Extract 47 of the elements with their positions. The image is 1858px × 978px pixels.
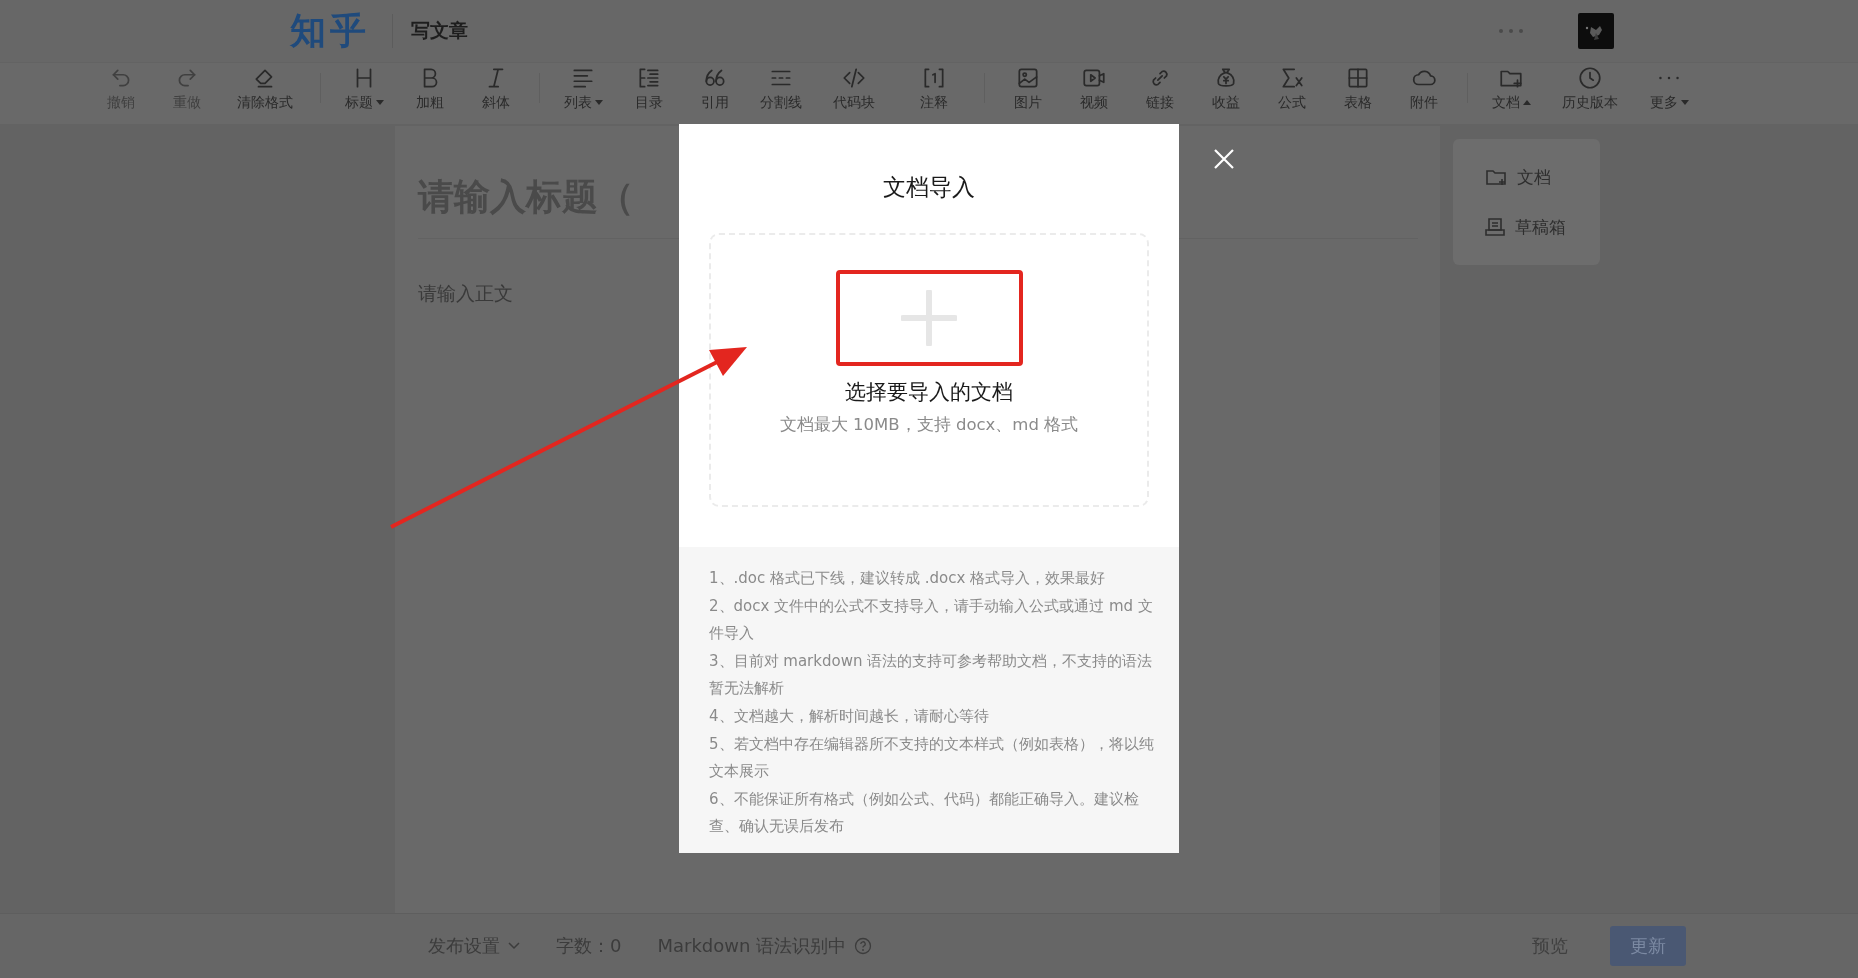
page-title: 写文章 xyxy=(411,18,468,43)
toolbar-button[interactable]: 链接 xyxy=(1127,65,1193,111)
more-icon[interactable] xyxy=(1498,27,1524,35)
toolbar-button[interactable]: 加粗 xyxy=(397,65,463,111)
chevron-icon xyxy=(508,942,520,950)
toolbar-button[interactable]: 目录 xyxy=(616,65,682,111)
close-icon[interactable] xyxy=(1212,147,1236,171)
note-text: 5、若文档中存在编辑器所不支持的文本样式（例如表格），将以纯文本展示 xyxy=(709,733,1155,783)
toolbar-button[interactable]: 代码块 xyxy=(814,65,894,111)
note-text: 1、.doc 格式已下线，建议转成 .docx 格式导入，效果最好 xyxy=(709,568,1107,589)
note-text: 3、目前对 markdown 语法的支持可参考帮助文档，不支持的语法暂无法解析 xyxy=(709,650,1154,700)
note-text: 6、不能保证所有格式（例如公式、代码）都能正确导入。建议检查、确认无误后发布 xyxy=(709,788,1140,838)
logo[interactable]: 知乎 xyxy=(290,6,370,56)
note-text: 4、文档越大，解析时间越长，请耐心等待 xyxy=(709,705,990,727)
dialog-title: 文档导入 xyxy=(882,173,976,202)
toolbar-button[interactable]: 附件 xyxy=(1391,65,1457,111)
toolbar-button[interactable]: 斜体 xyxy=(463,65,529,111)
toolbar-button[interactable]: 文档 xyxy=(1478,65,1544,111)
toolbar-button[interactable]: 表格 xyxy=(1325,65,1391,111)
toolbar-button[interactable]: 历史版本 xyxy=(1544,65,1636,111)
toolbar-button[interactable]: 标题 xyxy=(331,65,397,111)
outline-icon xyxy=(636,65,662,91)
add-file-button[interactable] xyxy=(835,270,1023,366)
toolbar-button[interactable]: 公式 xyxy=(1259,65,1325,111)
help-icon[interactable] xyxy=(854,937,873,955)
toolbar-button[interactable]: 图片 xyxy=(995,65,1061,111)
upload-label: 选择要导入的文档 xyxy=(845,379,1013,406)
clock-icon xyxy=(1577,65,1603,91)
more-icon xyxy=(1658,75,1680,81)
drafts-icon xyxy=(1483,215,1507,239)
menu-item[interactable]: 文档 xyxy=(1453,157,1600,197)
toolbar-button[interactable]: 注释 xyxy=(894,65,974,111)
toolbar-button[interactable]: 引用 xyxy=(682,65,748,111)
toolbar-button[interactable]: 列表 xyxy=(550,65,616,111)
plus-icon xyxy=(901,290,957,346)
formula-icon xyxy=(1279,65,1305,91)
toolbar-button[interactable]: 视频 xyxy=(1061,65,1127,111)
toolbar-button[interactable]: 清除格式 xyxy=(220,65,310,111)
bracket-icon xyxy=(921,65,947,91)
toolbar-button[interactable]: 分割线 xyxy=(748,65,814,111)
upload-hint: 文档最大 10MB，支持 docx、md 格式 xyxy=(779,414,1079,436)
menu-item[interactable]: 草稿箱 xyxy=(1453,207,1600,247)
toolbar-button[interactable]: 收益 xyxy=(1193,65,1259,111)
table-icon xyxy=(1345,65,1371,91)
note-text: 2、docx 文件中的公式不支持导入，请手动输入公式或通过 md 文件导入 xyxy=(709,595,1154,645)
image-icon xyxy=(1015,65,1041,91)
toolbar-button[interactable]: 更多 xyxy=(1636,65,1702,111)
